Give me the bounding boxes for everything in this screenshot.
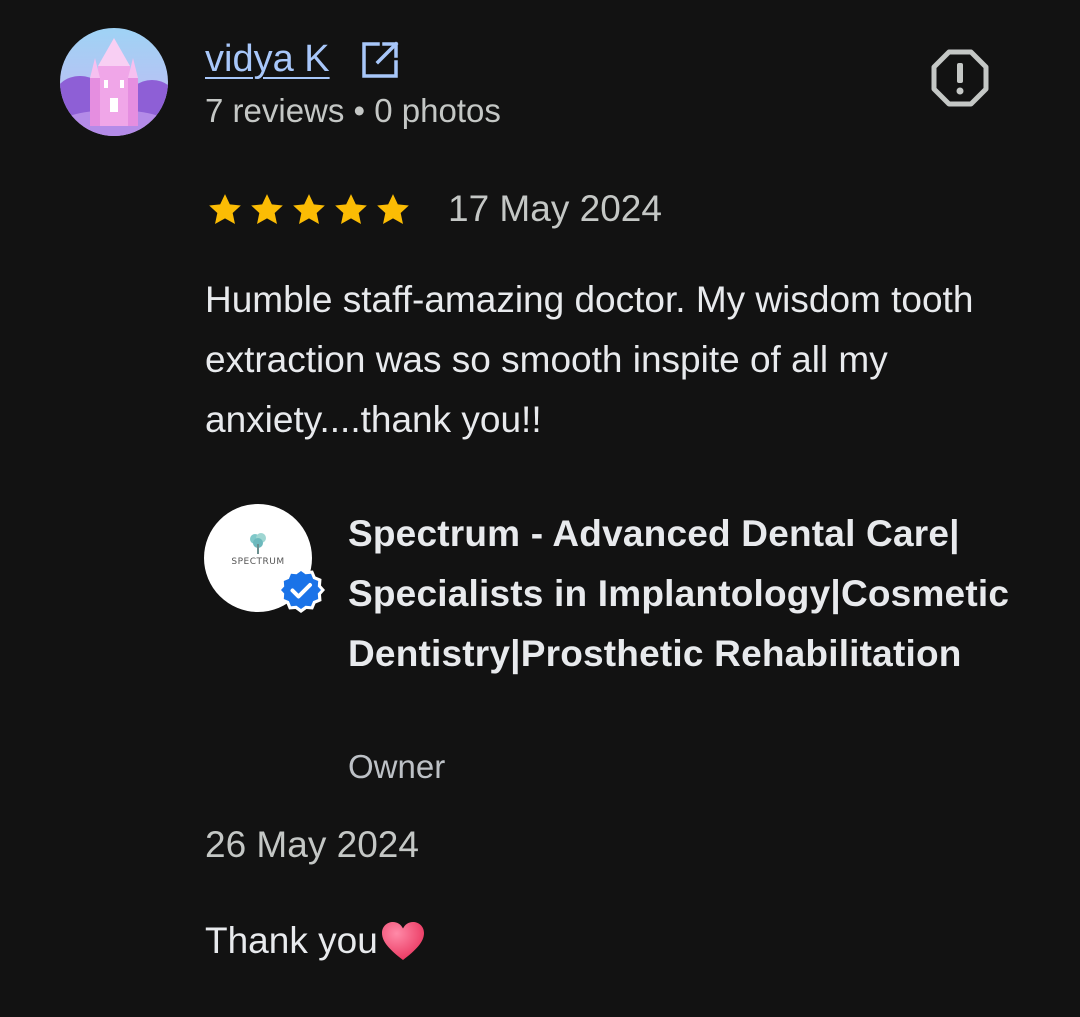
star-rating <box>205 188 413 232</box>
star-icon <box>335 194 367 224</box>
reviewer-avatar[interactable] <box>60 28 168 136</box>
verified-badge-icon <box>277 566 325 614</box>
star-icon <box>251 194 283 224</box>
reply-text-container: Thank you <box>205 918 426 964</box>
review-text: Humble staff-amazing doctor. My wisdom t… <box>205 279 974 440</box>
heart-emoji-icon <box>381 922 424 960</box>
review-date: 17 May 2024 <box>448 188 662 229</box>
open-in-new-icon[interactable] <box>360 40 400 80</box>
tree-logo-icon <box>250 533 266 554</box>
reviewer-meta: 7 reviews • 0 photos <box>205 92 501 129</box>
star-icon <box>293 194 325 224</box>
star-icon <box>209 194 241 224</box>
owner-role-label: Owner <box>348 748 446 785</box>
star-icon <box>377 194 409 224</box>
reply-date: 26 May 2024 <box>205 824 419 865</box>
report-flag-icon[interactable] <box>930 48 990 108</box>
owner-business-name: Spectrum - Advanced Dental Care| Special… <box>348 513 1010 674</box>
reviewer-name-link[interactable]: vidya K <box>205 36 330 82</box>
reply-text: Thank you <box>205 920 378 961</box>
